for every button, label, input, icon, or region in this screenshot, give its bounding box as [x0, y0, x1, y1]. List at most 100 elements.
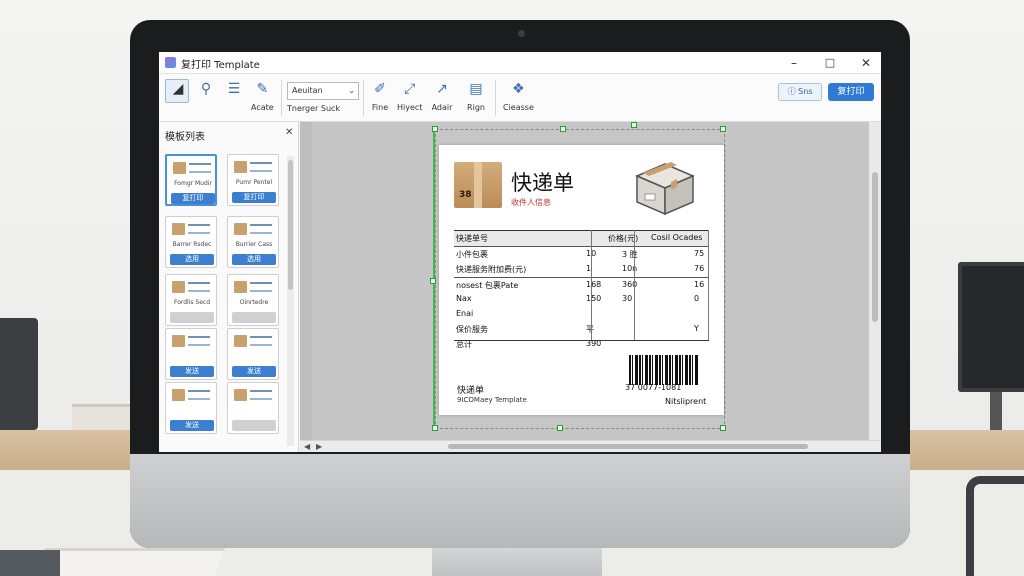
package-photo: 38 — [454, 162, 502, 208]
template-card[interactable]: 发送 — [165, 382, 217, 434]
card-action-button[interactable] — [170, 312, 214, 323]
card-thumbnail-icon — [234, 335, 247, 347]
table-cell: 150 — [586, 294, 602, 303]
list-tool-button[interactable]: ☰ — [223, 78, 245, 100]
table-cell: 30 — [622, 294, 633, 303]
card-thumbnail-icon — [234, 223, 247, 235]
table-row: 小件包裹103 胜75 — [454, 247, 709, 262]
template-card[interactable]: 发送 — [227, 328, 279, 380]
background-monitor — [958, 262, 1024, 392]
card-action-button[interactable]: 复打印 — [171, 193, 215, 204]
zoom-tool-button[interactable]: ⚲ — [195, 78, 217, 100]
page-tool-label: Rign — [467, 103, 485, 112]
table-cell: 快递服务附加费(元) — [456, 265, 527, 274]
help-button[interactable]: ⓘ Sns — [778, 83, 822, 101]
page-icon: ▤ — [469, 81, 483, 97]
template-card[interactable]: Oinrtedre — [227, 274, 279, 326]
imac-stand — [432, 548, 602, 576]
resize-handle-bl[interactable] — [432, 425, 438, 431]
font-tool-label: Tnerger Suck — [287, 104, 341, 113]
package-box-icon — [635, 162, 695, 216]
palette-tool-label: Cieasse — [503, 103, 534, 112]
vertical-scroll-thumb[interactable] — [872, 172, 878, 322]
background-monitor-stand — [990, 392, 1002, 432]
card-lines-icon — [188, 390, 210, 400]
shape-tool-label: Hiyect — [397, 103, 423, 112]
card-title: Fordlis Secd — [173, 299, 211, 306]
card-thumbnail-icon — [172, 335, 185, 347]
package-tape — [474, 162, 482, 208]
toolbar-separator — [495, 80, 496, 116]
camera-icon — [518, 30, 525, 37]
card-title: Barrer Rsdec — [172, 241, 212, 248]
shipping-label[interactable]: 38 快递单 收件人信息 快递单号 价格(元) Cosil Ocades 小件包… — [439, 145, 724, 415]
table-row: 快递服务附加费(元) 1 10n 76 — [454, 262, 709, 277]
card-action-button[interactable]: 选用 — [170, 254, 214, 265]
resize-handle-tl[interactable] — [432, 126, 438, 132]
window-title: 复打印 Template — [181, 60, 260, 71]
template-card[interactable]: 发送 — [165, 328, 217, 380]
table-column-divider — [591, 230, 592, 340]
scroll-right-icon[interactable]: ▶ — [316, 441, 322, 452]
template-card[interactable]: Pumr Pentel 复打印 — [227, 154, 279, 206]
template-card[interactable]: Burrier Cass 选用 — [227, 216, 279, 268]
card-thumbnail-icon — [234, 281, 247, 293]
font-select-value: Aeuitan — [292, 86, 323, 95]
eraser-tool-button[interactable]: ✎ Acate — [251, 78, 274, 112]
minimize-button[interactable]: – — [783, 54, 805, 72]
maximize-button[interactable]: □ — [819, 54, 841, 72]
template-card[interactable]: Barrer Rsdec 选用 — [165, 216, 217, 268]
zoom-icon: ⚲ — [200, 81, 212, 97]
palette-tool-button[interactable]: ❖ Cieasse — [503, 78, 534, 112]
close-icon[interactable]: ✕ — [285, 127, 293, 138]
template-card[interactable]: Fordlis Secd — [165, 274, 217, 326]
card-action-button[interactable]: 选用 — [232, 254, 276, 265]
close-button[interactable]: ✕ — [855, 54, 877, 72]
toolbar-separator — [363, 80, 364, 116]
card-lines-icon — [188, 336, 210, 346]
resize-handle-left[interactable] — [430, 278, 436, 284]
table-body: 小件包裹103 胜75快递服务附加费(元)110n76nosest 包裹Pate… — [454, 247, 709, 352]
template-card[interactable] — [227, 382, 279, 434]
table-cell: 3 胜 — [622, 250, 638, 259]
card-action-button[interactable]: 复打印 — [232, 192, 276, 203]
rotate-handle[interactable] — [631, 122, 637, 128]
pen-icon: ✐ — [374, 81, 386, 97]
card-thumbnail-icon — [172, 281, 185, 293]
panel-scroll-thumb[interactable] — [288, 160, 293, 290]
print-button[interactable]: 复打印 — [828, 83, 874, 101]
table-row: Enai — [454, 307, 709, 322]
resize-handle-tr[interactable] — [720, 126, 726, 132]
card-lines-icon — [188, 282, 210, 292]
resize-handle-top[interactable] — [560, 126, 566, 132]
select-tool-button[interactable]: ◢ — [167, 78, 189, 100]
shape-tool-button[interactable]: ⤢ Hiyect — [397, 78, 422, 112]
card-lines-icon — [250, 336, 272, 346]
horizontal-scroll-thumb[interactable] — [448, 444, 808, 449]
vertical-scrollbar[interactable] — [869, 122, 881, 440]
barcode-number: 37 0077-1081 — [625, 383, 682, 392]
pen-tool-button[interactable]: ✐ Fine — [369, 78, 391, 112]
card-action-button[interactable] — [232, 420, 276, 431]
page-tool-button[interactable]: ▤ Rign — [465, 78, 487, 112]
resize-handle-br[interactable] — [720, 425, 726, 431]
header-cell: 快递单号 — [456, 234, 488, 243]
font-tool-button[interactable]: Tnerger Suck — [287, 104, 340, 113]
font-select[interactable]: Aeuitan ⌄ — [287, 82, 359, 100]
template-panel: 模板列表 ✕ Fomgr Mudir 复打印 Pumr Pentel 复打印 Barre… — [159, 122, 299, 452]
template-card[interactable]: Fomgr Mudir 复打印 — [165, 154, 217, 206]
panel-scrollbar[interactable] — [287, 156, 294, 446]
scroll-left-icon[interactable]: ◀ — [304, 441, 310, 452]
card-title: Fomgr Mudir — [174, 180, 212, 187]
arrow-tool-button[interactable]: ↗ Adair — [431, 78, 453, 112]
card-action-button[interactable]: 发送 — [232, 366, 276, 377]
card-lines-icon — [250, 282, 272, 292]
card-action-button[interactable] — [232, 312, 276, 323]
pen-tool-label: Fine — [371, 103, 389, 112]
card-action-button[interactable]: 发送 — [170, 420, 214, 431]
card-action-button[interactable]: 发送 — [170, 366, 214, 377]
list-icon: ☰ — [227, 81, 241, 97]
horizontal-scrollbar[interactable]: ◀ ▶ — [300, 440, 881, 452]
resize-handle-bottom[interactable] — [557, 425, 563, 431]
table-cell: 76 — [694, 264, 705, 273]
